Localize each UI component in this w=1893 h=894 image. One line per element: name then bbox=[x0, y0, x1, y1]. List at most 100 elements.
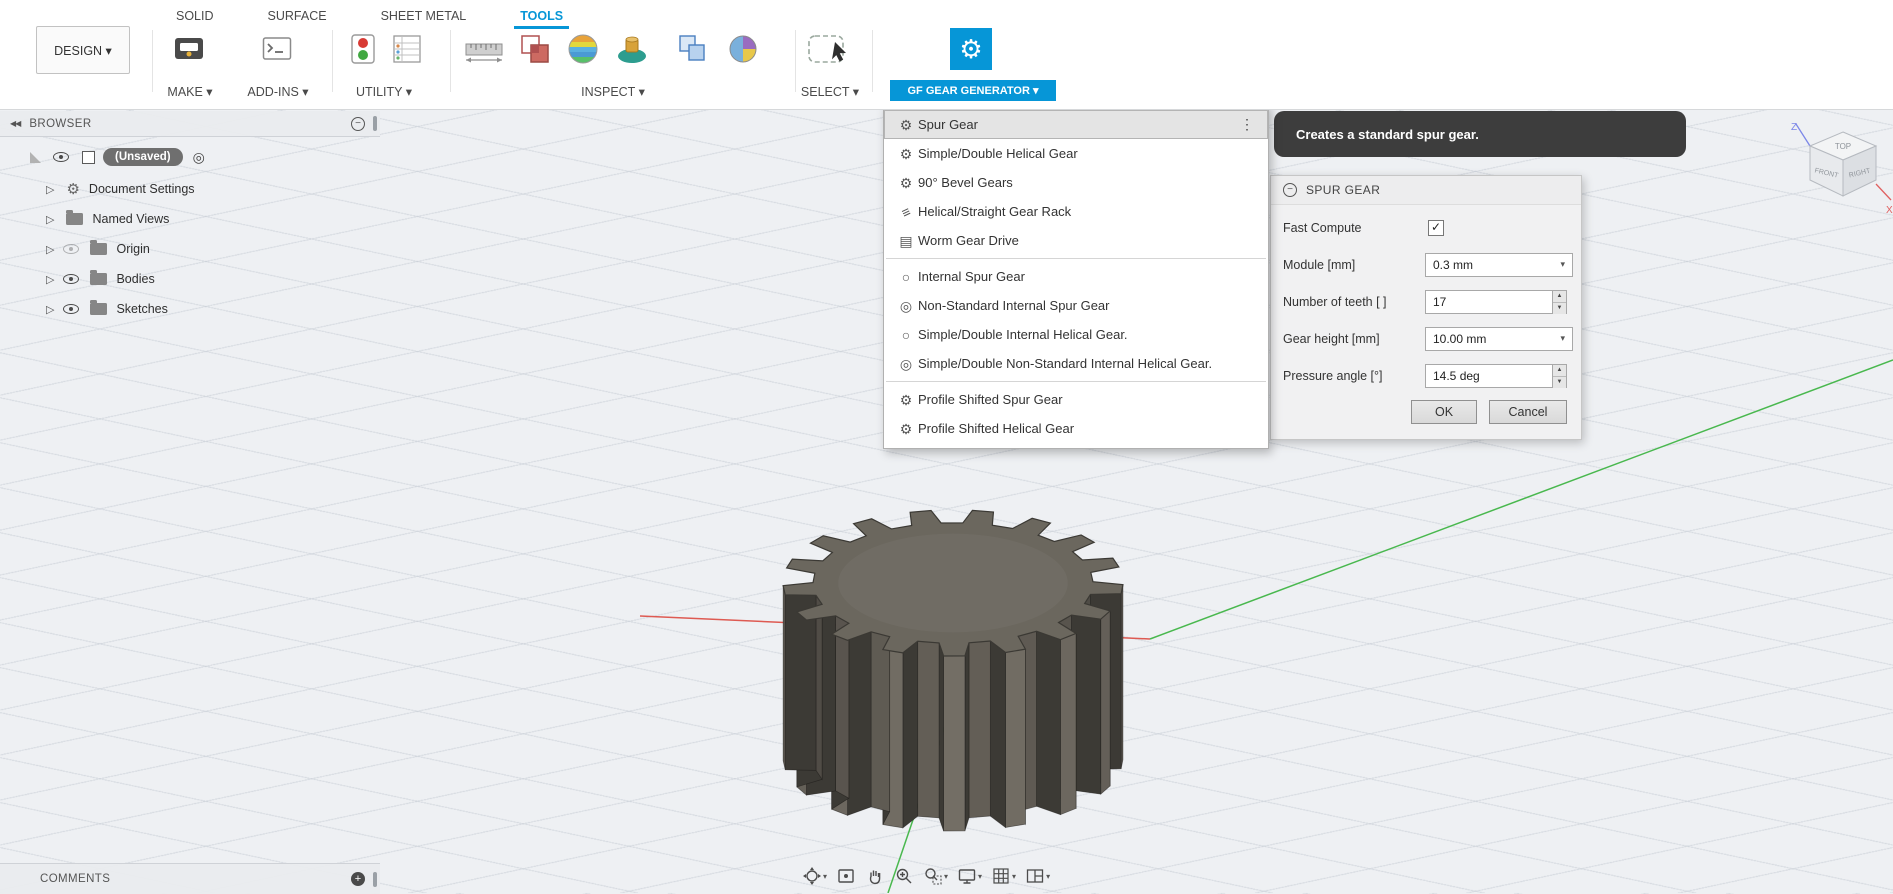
chevron-down-icon[interactable]: ▾ bbox=[978, 872, 982, 881]
pressure-angle-input[interactable]: 14.5 deg bbox=[1425, 364, 1553, 388]
tab-solid[interactable]: SOLID bbox=[176, 9, 214, 23]
browser-item-label[interactable]: Bodies bbox=[116, 272, 154, 286]
folder-icon bbox=[90, 273, 107, 285]
pan-icon[interactable] bbox=[865, 866, 885, 886]
eye-icon[interactable] bbox=[53, 152, 69, 162]
activate-component-radio[interactable]: ◎ bbox=[193, 150, 205, 164]
gear-generator-menu-button[interactable]: GF GEAR GENERATOR ▾ bbox=[890, 80, 1056, 101]
browser-row-document-settings[interactable]: ▷ ⚙ Document Settings bbox=[46, 176, 195, 202]
tab-tools[interactable]: TOOLS bbox=[520, 9, 563, 23]
component-color-icon[interactable] bbox=[726, 32, 760, 71]
spin-down-icon[interactable]: ▼ bbox=[1553, 377, 1566, 388]
gear-generator-icon[interactable]: ⚙ bbox=[950, 28, 992, 70]
browser-row-origin[interactable]: ▷ Origin bbox=[46, 236, 150, 262]
make-group-label[interactable]: MAKE ▾ bbox=[158, 84, 222, 99]
chevron-down-icon[interactable]: ▾ bbox=[1046, 872, 1050, 881]
root-document-label[interactable]: (Unsaved) bbox=[103, 148, 183, 166]
ok-button[interactable]: OK bbox=[1411, 400, 1477, 424]
utility-spreadsheet-icon[interactable] bbox=[390, 32, 424, 71]
spin-up-icon[interactable]: ▲ bbox=[1553, 365, 1566, 377]
browser-root-row[interactable]: (Unsaved) ◎ bbox=[30, 144, 205, 170]
chevron-down-icon[interactable]: ▾ bbox=[944, 872, 948, 881]
orbit-icon[interactable]: ▾ bbox=[802, 866, 827, 886]
draft-analysis-icon[interactable] bbox=[614, 30, 650, 71]
utility-group-label[interactable]: UTILITY ▾ bbox=[344, 84, 424, 99]
measure-icon[interactable] bbox=[462, 40, 506, 69]
menu-item-worm-gear-drive[interactable]: ▤ Worm Gear Drive bbox=[884, 226, 1268, 255]
browser-row-bodies[interactable]: ▷ Bodies bbox=[46, 266, 155, 292]
look-at-icon[interactable] bbox=[836, 866, 856, 886]
gear-height-label: Gear height [mm] bbox=[1283, 332, 1380, 346]
select-group-label[interactable]: SELECT ▾ bbox=[788, 84, 872, 99]
more-options-icon[interactable]: ⋮ bbox=[1236, 116, 1258, 133]
module-dropdown[interactable]: 0.3 mm ▾ bbox=[1425, 253, 1573, 277]
addins-group-label[interactable]: ADD-INS ▾ bbox=[236, 84, 320, 99]
menu-item-helical-straight-gear-rack[interactable]: ≡ Helical/Straight Gear Rack bbox=[884, 197, 1268, 226]
menu-item-90-bevel-gears[interactable]: ⚙ 90° Bevel Gears bbox=[884, 168, 1268, 197]
add-comment-icon[interactable]: + bbox=[351, 872, 365, 886]
menu-item-non-standard-internal-spur-gear[interactable]: ◎ Non-Standard Internal Spur Gear bbox=[884, 291, 1268, 320]
chevron-down-icon[interactable]: ▾ bbox=[1012, 872, 1016, 881]
menu-item-profile-shifted-helical-gear[interactable]: ⚙ Profile Shifted Helical Gear bbox=[884, 414, 1268, 443]
inspect-group-label[interactable]: INSPECT ▾ bbox=[571, 84, 655, 99]
chevron-down-icon[interactable]: ▾ bbox=[823, 872, 827, 881]
eye-icon[interactable] bbox=[63, 244, 79, 254]
menu-item-label: Simple/Double Non-Standard Internal Heli… bbox=[918, 356, 1212, 371]
cancel-button[interactable]: Cancel bbox=[1489, 400, 1567, 424]
gear-height-dropdown[interactable]: 10.00 mm ▾ bbox=[1425, 327, 1573, 351]
spur-gear-tooltip: Creates a standard spur gear. bbox=[1274, 111, 1686, 157]
grid-snap-icon[interactable]: ▾ bbox=[991, 866, 1016, 886]
expander-icon[interactable]: ▷ bbox=[46, 303, 54, 316]
view-cube[interactable]: Z X TOP FRONT RIGHT bbox=[1788, 118, 1893, 228]
zoom-icon[interactable] bbox=[894, 866, 914, 886]
menu-item-profile-shifted-spur-gear[interactable]: ⚙ Profile Shifted Spur Gear bbox=[884, 385, 1268, 414]
menu-item-spur-gear[interactable]: ⚙ Spur Gear ⋮ bbox=[884, 110, 1268, 139]
pressure-angle-spinner[interactable]: ▲ ▼ bbox=[1553, 364, 1567, 388]
fast-compute-row: Fast Compute ✓ bbox=[1283, 209, 1567, 246]
collapse-browser-icon[interactable]: ◀◀ bbox=[10, 119, 20, 128]
design-workspace-menu[interactable]: DESIGN ▾ bbox=[36, 26, 130, 74]
eye-icon[interactable] bbox=[63, 304, 79, 314]
browser-row-sketches[interactable]: ▷ Sketches bbox=[46, 296, 168, 322]
chevron-down-icon[interactable]: ▾ bbox=[1560, 333, 1565, 344]
menu-item-simple-double-internal-helical-gear[interactable]: ○ Simple/Double Internal Helical Gear. bbox=[884, 320, 1268, 349]
expander-icon[interactable]: ▷ bbox=[46, 183, 54, 196]
browser-row-named-views[interactable]: ▷ Named Views bbox=[46, 206, 169, 232]
expander-icon[interactable]: ▷ bbox=[46, 213, 54, 226]
eye-icon[interactable] bbox=[63, 274, 79, 284]
browser-item-label[interactable]: Origin bbox=[116, 242, 149, 256]
display-settings-icon[interactable]: ▾ bbox=[957, 866, 982, 886]
expander-icon[interactable]: ▷ bbox=[46, 243, 54, 256]
fast-compute-checkbox[interactable]: ✓ bbox=[1428, 220, 1444, 236]
section-analysis-icon[interactable] bbox=[676, 32, 710, 71]
select-icon[interactable] bbox=[806, 30, 854, 75]
curvature-analysis-icon[interactable] bbox=[566, 32, 600, 71]
menu-item-simple-double-helical-gear[interactable]: ⚙ Simple/Double Helical Gear bbox=[884, 139, 1268, 168]
chevron-down-icon[interactable]: ▾ bbox=[1560, 259, 1565, 270]
browser-item-label[interactable]: Document Settings bbox=[89, 182, 195, 196]
browser-item-label[interactable]: Sketches bbox=[116, 302, 167, 316]
browser-item-label[interactable]: Named Views bbox=[92, 212, 169, 226]
addins-scripts-icon[interactable] bbox=[260, 32, 294, 71]
expander-icon[interactable]: ▷ bbox=[46, 273, 54, 286]
menu-item-simple-double-non-standard-internal-helical-gear[interactable]: ◎ Simple/Double Non-Standard Internal He… bbox=[884, 349, 1268, 378]
viewports-icon[interactable]: ▾ bbox=[1025, 866, 1050, 886]
menu-item-internal-spur-gear[interactable]: ○ Internal Spur Gear bbox=[884, 262, 1268, 291]
utility-traffic-light-icon[interactable] bbox=[346, 32, 380, 71]
browser-collapse-all-icon[interactable]: − bbox=[351, 117, 365, 131]
spin-down-icon[interactable]: ▼ bbox=[1553, 303, 1566, 314]
tab-sheet-metal[interactable]: SHEET METAL bbox=[381, 9, 467, 23]
dialog-header[interactable]: − SPUR GEAR bbox=[1271, 176, 1581, 205]
number-of-teeth-spinner[interactable]: ▲ ▼ bbox=[1553, 290, 1567, 314]
comments-scrollbar[interactable] bbox=[373, 872, 377, 887]
gear-glyph: ⚙ bbox=[959, 36, 982, 62]
tab-surface[interactable]: SURFACE bbox=[268, 9, 327, 23]
dialog-collapse-icon[interactable]: − bbox=[1283, 183, 1297, 197]
zoom-window-icon[interactable]: ▾ bbox=[923, 866, 948, 886]
browser-scrollbar[interactable] bbox=[373, 116, 377, 131]
number-of-teeth-input[interactable]: 17 bbox=[1425, 290, 1553, 314]
spur-gear-3d-model[interactable] bbox=[783, 510, 1123, 831]
interference-icon[interactable] bbox=[518, 32, 552, 71]
make-3d-print-icon[interactable] bbox=[172, 32, 206, 71]
spin-up-icon[interactable]: ▲ bbox=[1553, 291, 1566, 303]
